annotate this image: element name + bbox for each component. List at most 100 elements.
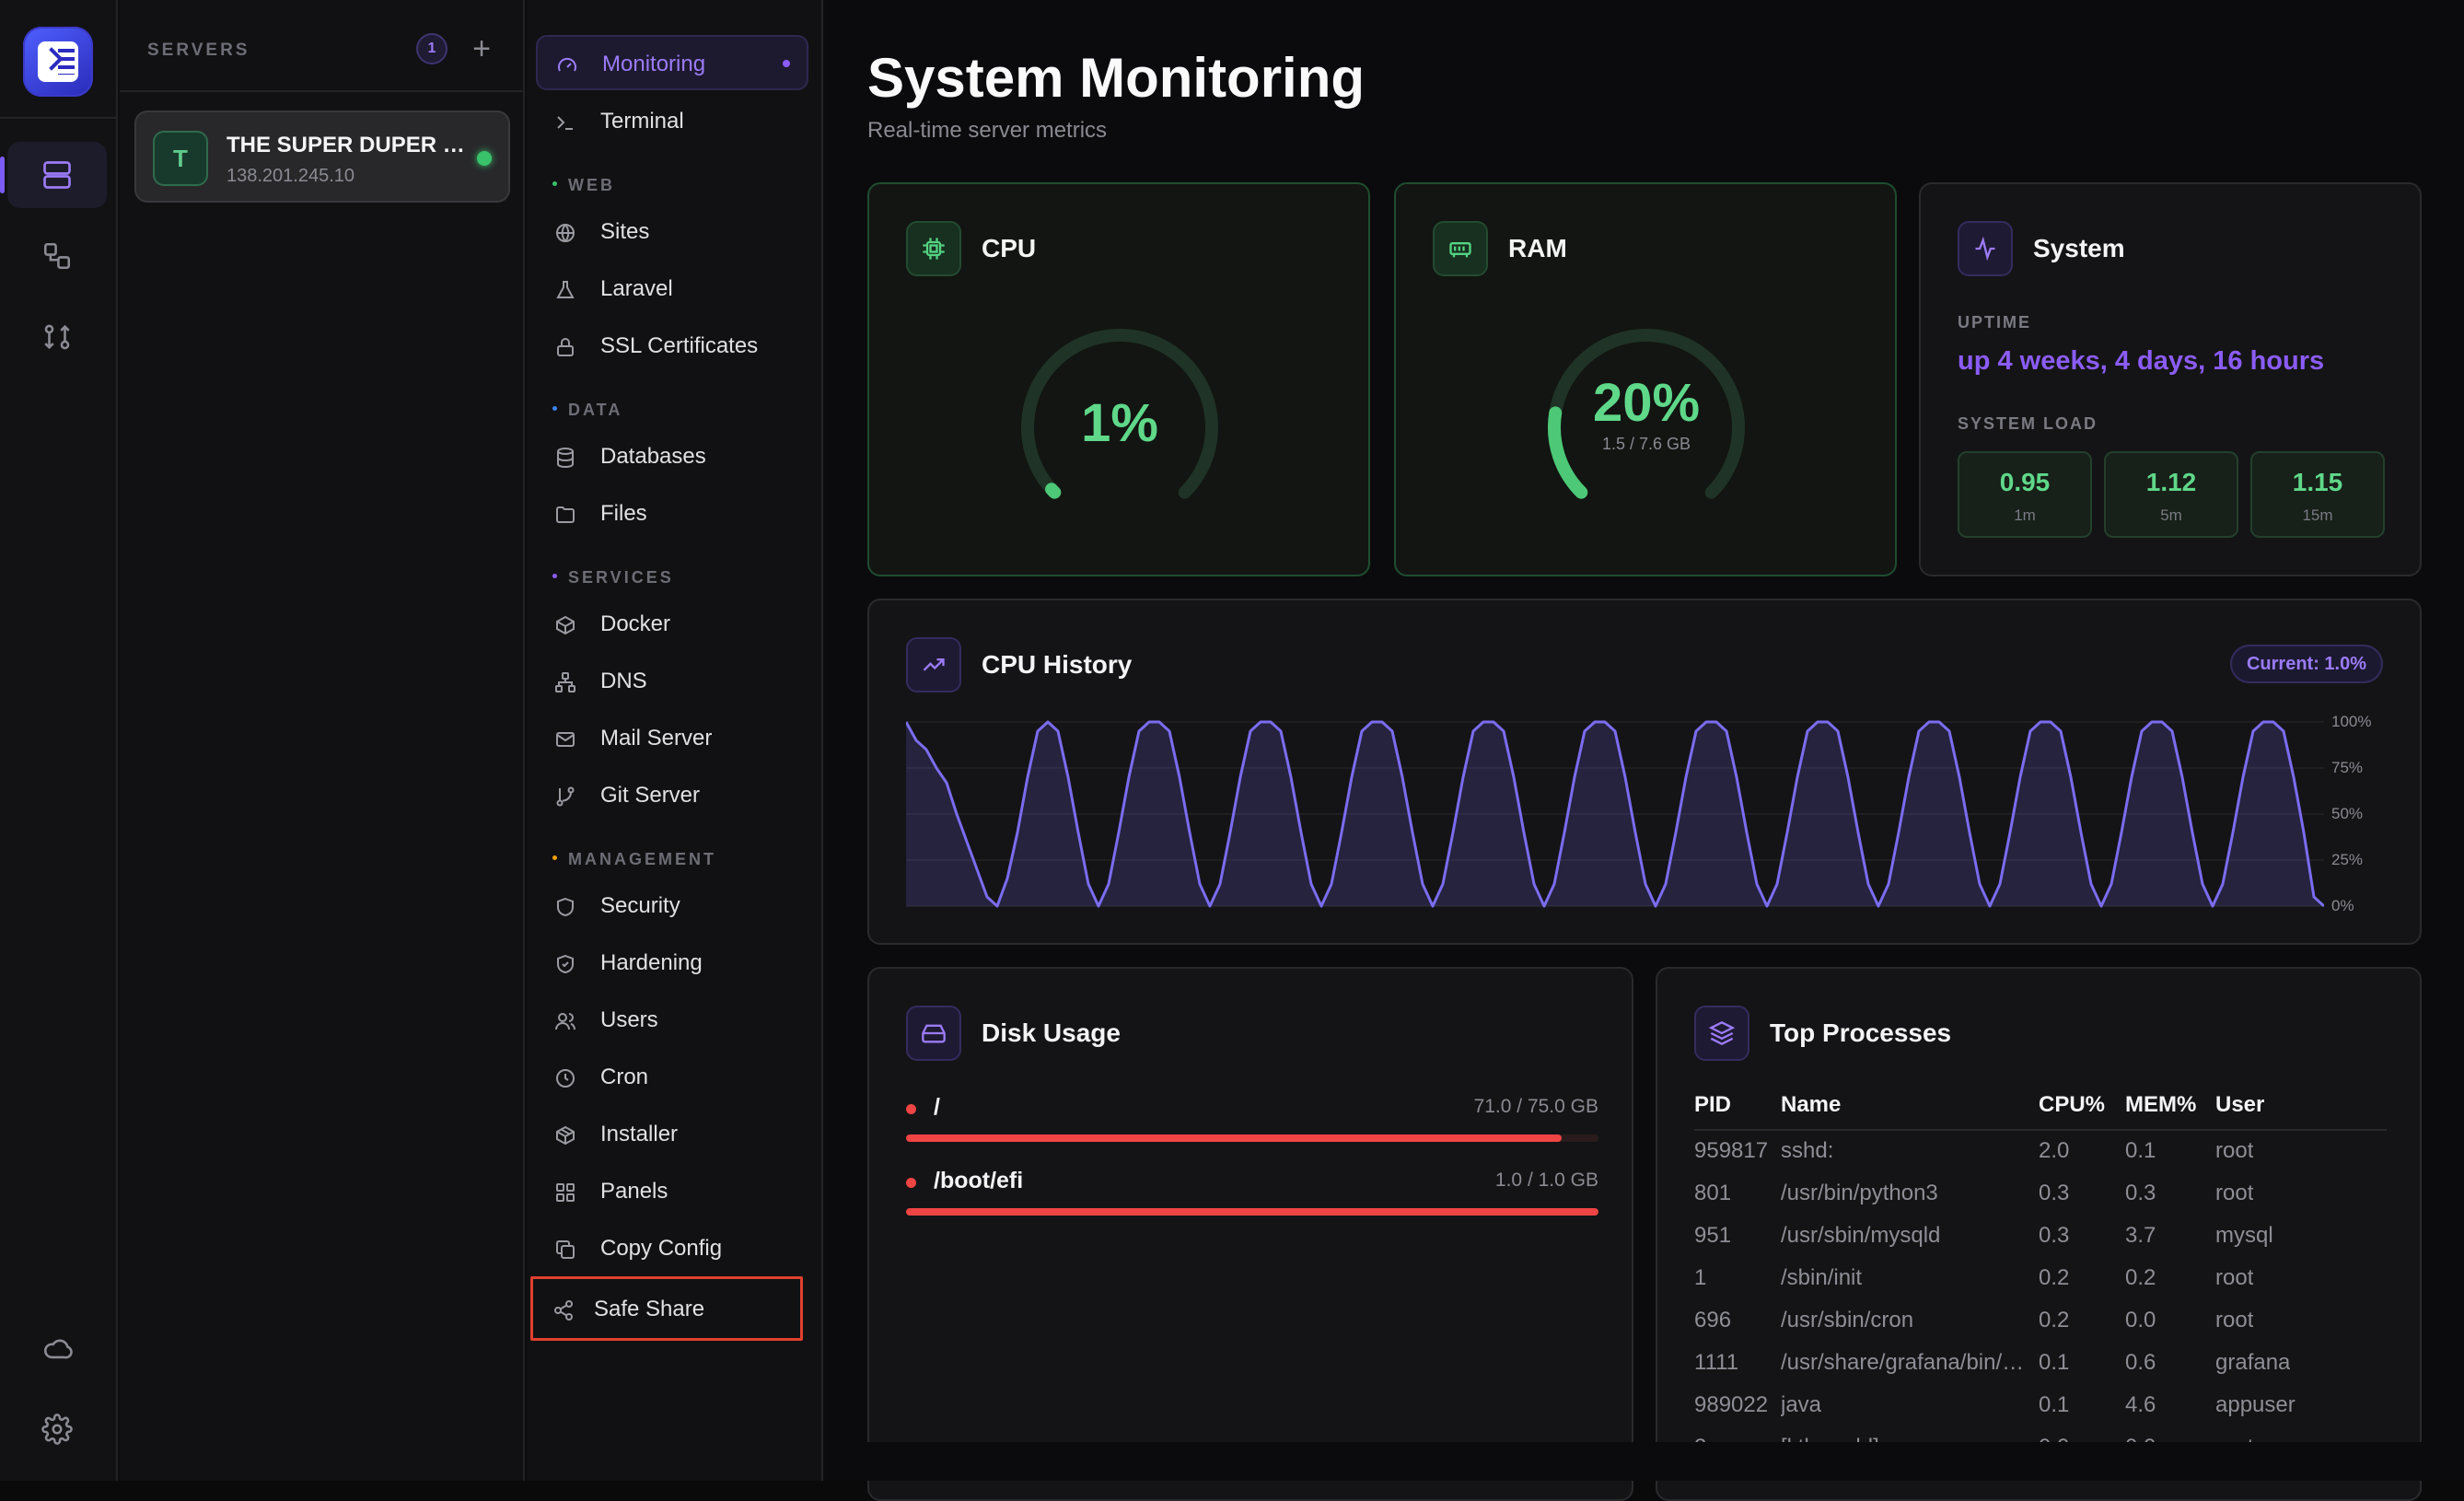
menu-label: Users: [600, 1007, 658, 1032]
cpu-cell: 0.2: [2039, 1265, 2070, 1290]
gauge-fill: [1045, 483, 1062, 499]
pid-cell: 951: [1694, 1223, 1732, 1248]
table-row[interactable]: 801/usr/bin/python3 0.3 0.3 root: [1694, 1181, 2387, 1223]
connections-nav-button[interactable]: [7, 223, 107, 289]
load-5m: 1.12 5m: [2104, 451, 2238, 538]
table-row[interactable]: 959817 sshd: 2.0 0.1 root: [1694, 1138, 2387, 1181]
menu-item-copy-config[interactable]: Copy Config: [536, 1221, 808, 1276]
menu-item-ssl-certificates[interactable]: SSL Certificates: [536, 319, 808, 374]
grid-icon: [556, 1183, 575, 1202]
disk-size: 1.0 / 1.0 GB: [1494, 1169, 1598, 1191]
menu-item-databases[interactable]: Databases: [536, 429, 808, 484]
disk-bar-fill: [906, 1134, 1563, 1142]
menu-item-laravel[interactable]: Laravel: [536, 262, 808, 317]
menu-label: Copy Config: [600, 1236, 723, 1261]
menu-item-dns[interactable]: DNS: [536, 654, 808, 709]
disk-status-dot: [906, 1104, 916, 1114]
server-status-dot: [477, 151, 492, 166]
table-row[interactable]: 1/sbin/init 0.2 0.2 root: [1694, 1265, 2387, 1308]
server-count-badge: 1: [416, 33, 447, 64]
name-cell: sshd:: [1781, 1138, 1834, 1163]
system-title: System: [2033, 234, 2125, 262]
sync-nav-button[interactable]: [7, 304, 107, 370]
menu-item-mail-server[interactable]: Mail Server: [536, 711, 808, 766]
server-card[interactable]: T THE SUPER DUPER SERVER 138.201.245.10: [134, 111, 510, 203]
menu-item-hardening[interactable]: Hardening: [536, 936, 808, 991]
servers-nav-button[interactable]: [0, 142, 107, 208]
header-divider: [1694, 1129, 2387, 1131]
name-cell: /usr/sbin/cron: [1781, 1308, 1914, 1332]
table-row[interactable]: 696/usr/sbin/cron 0.2 0.0 root: [1694, 1308, 2387, 1350]
table-row[interactable]: 1111/usr/share/grafana/bin/grafana0.1 0.6…: [1694, 1350, 2387, 1392]
clock-icon: [556, 1069, 575, 1088]
menu-item-sites[interactable]: Sites: [536, 204, 808, 260]
system-load-label: SYSTEM LOAD: [1958, 414, 2098, 433]
pid-cell: 1: [1694, 1265, 1707, 1290]
user-cell: appuser: [2215, 1392, 2295, 1417]
folder-icon: [556, 506, 575, 523]
mail-icon: [556, 732, 575, 747]
mem-cell: 0.3: [2125, 1181, 2156, 1205]
user-cell: root: [2215, 1138, 2254, 1163]
connections-icon: [43, 242, 71, 270]
page-title: System Monitoring: [867, 47, 1366, 109]
menu-label: Docker: [600, 611, 671, 636]
layers-icon: [1709, 1021, 1735, 1045]
menu-label: Terminal: [600, 109, 684, 134]
user-cell: root: [2215, 1265, 2254, 1290]
name-cell: /usr/sbin/mysqld: [1781, 1223, 1941, 1248]
system-card: System UPTIME up 4 weeks, 4 days, 16 hou…: [1919, 182, 2422, 576]
settings-nav-button[interactable]: [7, 1396, 107, 1462]
server-icon: [43, 161, 71, 189]
menu-item-panels[interactable]: Panels: [536, 1164, 808, 1219]
menu-item-docker[interactable]: Docker: [536, 597, 808, 652]
menu-label: Security: [600, 893, 680, 918]
package-icon: [556, 1125, 575, 1146]
menu-item-terminal[interactable]: Terminal: [536, 94, 808, 149]
mem-cell: 0.2: [2125, 1265, 2156, 1290]
menu-item-git-server[interactable]: Git Server: [536, 768, 808, 823]
menu-item-safe-share[interactable]: Safe Share: [530, 1276, 803, 1341]
y-tick: 0%: [2331, 897, 2354, 914]
table-row[interactable]: 951/usr/sbin/mysqld 0.3 3.7 mysql: [1694, 1223, 2387, 1265]
menu-item-files[interactable]: Files: [536, 486, 808, 541]
menu-label: Safe Share: [594, 1297, 705, 1321]
share-icon: [554, 1300, 573, 1321]
cpu-history-icon-wrap: [906, 637, 961, 692]
memory-icon: [1449, 242, 1471, 258]
app-logo[interactable]: [23, 27, 93, 97]
cpu-cell: 0.3: [2039, 1223, 2070, 1248]
disk-mount: /: [934, 1094, 940, 1120]
gear-icon: [41, 1414, 73, 1445]
menu-item-monitoring[interactable]: Monitoring: [536, 35, 808, 90]
y-tick: 25%: [2331, 851, 2364, 868]
activity-icon: [1975, 236, 1995, 262]
current-cpu-badge: Current: 1.0%: [2229, 645, 2383, 683]
add-server-button[interactable]: +: [460, 28, 503, 70]
section-management: MANAGEMENT: [552, 850, 716, 869]
load-value: 1.12: [2145, 468, 2197, 496]
section-label: MANAGEMENT: [568, 850, 716, 868]
menu-item-installer[interactable]: Installer: [536, 1107, 808, 1162]
disk-size: 71.0 / 75.0 GB: [1473, 1096, 1598, 1117]
system-icon-wrap: [1958, 221, 2013, 276]
menu-label: Panels: [600, 1179, 668, 1204]
pid-cell: 989022: [1694, 1392, 1769, 1417]
table-row[interactable]: 989022 java 0.1 4.6 appuser: [1694, 1392, 2387, 1435]
menu-label: SSL Certificates: [600, 333, 759, 358]
menu-item-security[interactable]: Security: [536, 878, 808, 934]
server-name: THE SUPER DUPER SERVER: [227, 133, 466, 157]
cpu-cell: 0.1: [2039, 1350, 2070, 1375]
terminal-icon: [557, 116, 573, 130]
name-cell: /sbin/init: [1781, 1265, 1863, 1290]
network-icon: [555, 672, 575, 692]
flask-icon: [556, 281, 575, 298]
name-cell: /usr/bin/python3: [1781, 1181, 1938, 1205]
menu-item-cron[interactable]: Cron: [536, 1050, 808, 1105]
load-period: 15m: [2302, 506, 2333, 524]
load-15m: 1.15 15m: [2250, 451, 2385, 538]
cloud-nav-button[interactable]: [7, 1315, 107, 1381]
column-header-mem: MEM%: [2125, 1092, 2197, 1117]
disk-usage-card: Disk Usage / 71.0 / 75.0 GB /boot/efi 1.…: [867, 967, 1633, 1501]
menu-item-users[interactable]: Users: [536, 993, 808, 1048]
